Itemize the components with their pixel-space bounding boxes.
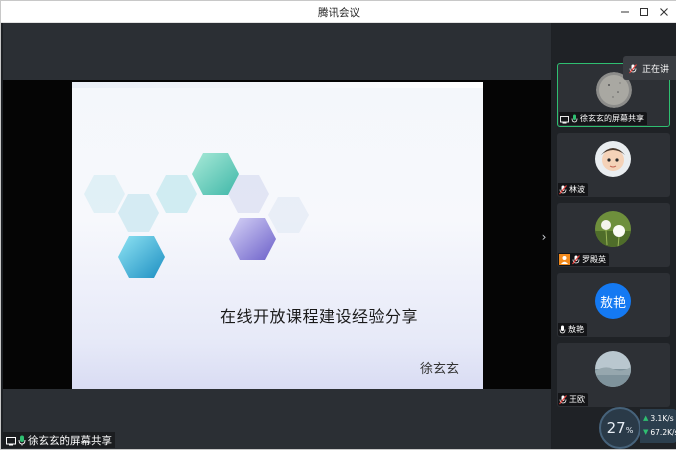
mic-on-icon	[18, 431, 26, 450]
participant-name-tag: 林波	[558, 183, 588, 196]
text-avatar: 敖艳	[595, 283, 631, 319]
user-icon	[559, 250, 570, 269]
presenter-label: 徐玄玄的屏幕共享	[28, 434, 112, 447]
participant-name: 罗殿英	[582, 255, 606, 264]
screen-share-icon	[6, 431, 16, 450]
participant-name: 敖艳	[568, 325, 584, 334]
percent-sign: %	[625, 426, 634, 435]
mic-muted-icon	[559, 180, 567, 199]
tencent-meeting-window: 腾讯会议 在线开放课程建设经验分享 徐玄玄 › 徐玄玄的屏幕共享 徐玄玄的屏幕共…	[0, 0, 676, 450]
participant-name: 林波	[569, 185, 585, 194]
participant-tile[interactable]: 罗殿英	[557, 203, 670, 267]
slide-title: 在线开放课程建设经验分享	[220, 307, 419, 326]
close-icon[interactable]	[653, 1, 675, 23]
network-status-widget[interactable]: 27% ▲ 3.1K/s ▼ 67.2K/s	[599, 405, 676, 449]
participant-name: 王欧	[569, 395, 585, 404]
participant-tile[interactable]: 敖艳 敖艳	[557, 273, 670, 337]
download-arrow-icon: ▼	[643, 428, 649, 436]
download-speed: 67.2	[650, 427, 668, 437]
slide-author: 徐玄玄	[420, 362, 460, 377]
cpu-percent: 27	[606, 419, 626, 437]
presentation-slide: 在线开放课程建设经验分享 徐玄玄	[72, 82, 483, 389]
maximize-icon[interactable]	[633, 1, 655, 23]
mic-on-icon	[559, 320, 566, 339]
avatar	[595, 351, 631, 387]
participant-name-tag: 徐玄玄的屏幕共享	[559, 112, 647, 125]
participant-tile[interactable]: 王欧	[557, 343, 670, 407]
avatar	[595, 141, 631, 177]
screen-share-icon	[560, 109, 569, 128]
participant-name-tag: 王欧	[558, 393, 588, 406]
mic-muted-icon	[629, 59, 637, 78]
participant-name-tag: 敖艳	[558, 323, 587, 336]
cpu-usage-ring: 27%	[599, 407, 641, 449]
upload-unit: K/s	[662, 413, 674, 423]
chevron-right-icon[interactable]: ›	[539, 230, 549, 244]
speaking-indicator: 正在讲	[623, 56, 676, 80]
screen-share-label: 徐玄玄的屏幕共享	[3, 432, 115, 448]
title-bar: 腾讯会议	[1, 1, 676, 23]
participant-tile[interactable]: 林波	[557, 133, 670, 197]
mic-muted-icon	[572, 250, 580, 269]
mic-muted-icon	[559, 390, 567, 409]
download-unit: K/s	[667, 427, 676, 437]
upload-arrow-icon: ▲	[643, 414, 649, 422]
upload-speed: 3.1	[650, 413, 663, 423]
window-title: 腾讯会议	[318, 7, 360, 19]
speaking-label: 正在讲	[642, 64, 670, 75]
participant-name-tag: 罗殿英	[558, 253, 609, 266]
mic-on-icon	[571, 109, 578, 128]
participant-name: 徐玄玄的屏幕共享	[580, 114, 644, 123]
hexagon-decoration	[84, 153, 309, 278]
network-speeds: ▲ 3.1K/s ▼ 67.2K/s	[640, 409, 676, 443]
avatar	[595, 211, 631, 247]
